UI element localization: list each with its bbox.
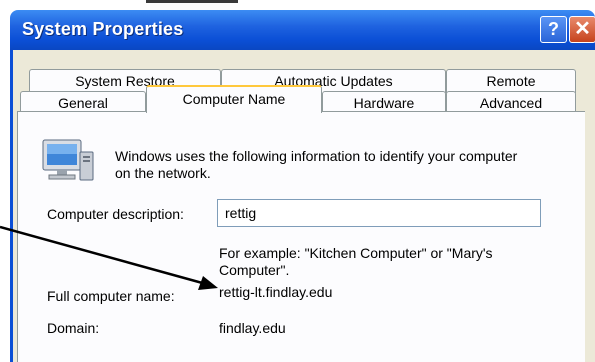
tab-computer-name[interactable]: Computer Name: [146, 85, 322, 113]
annotation-arrow: [0, 225, 218, 290]
